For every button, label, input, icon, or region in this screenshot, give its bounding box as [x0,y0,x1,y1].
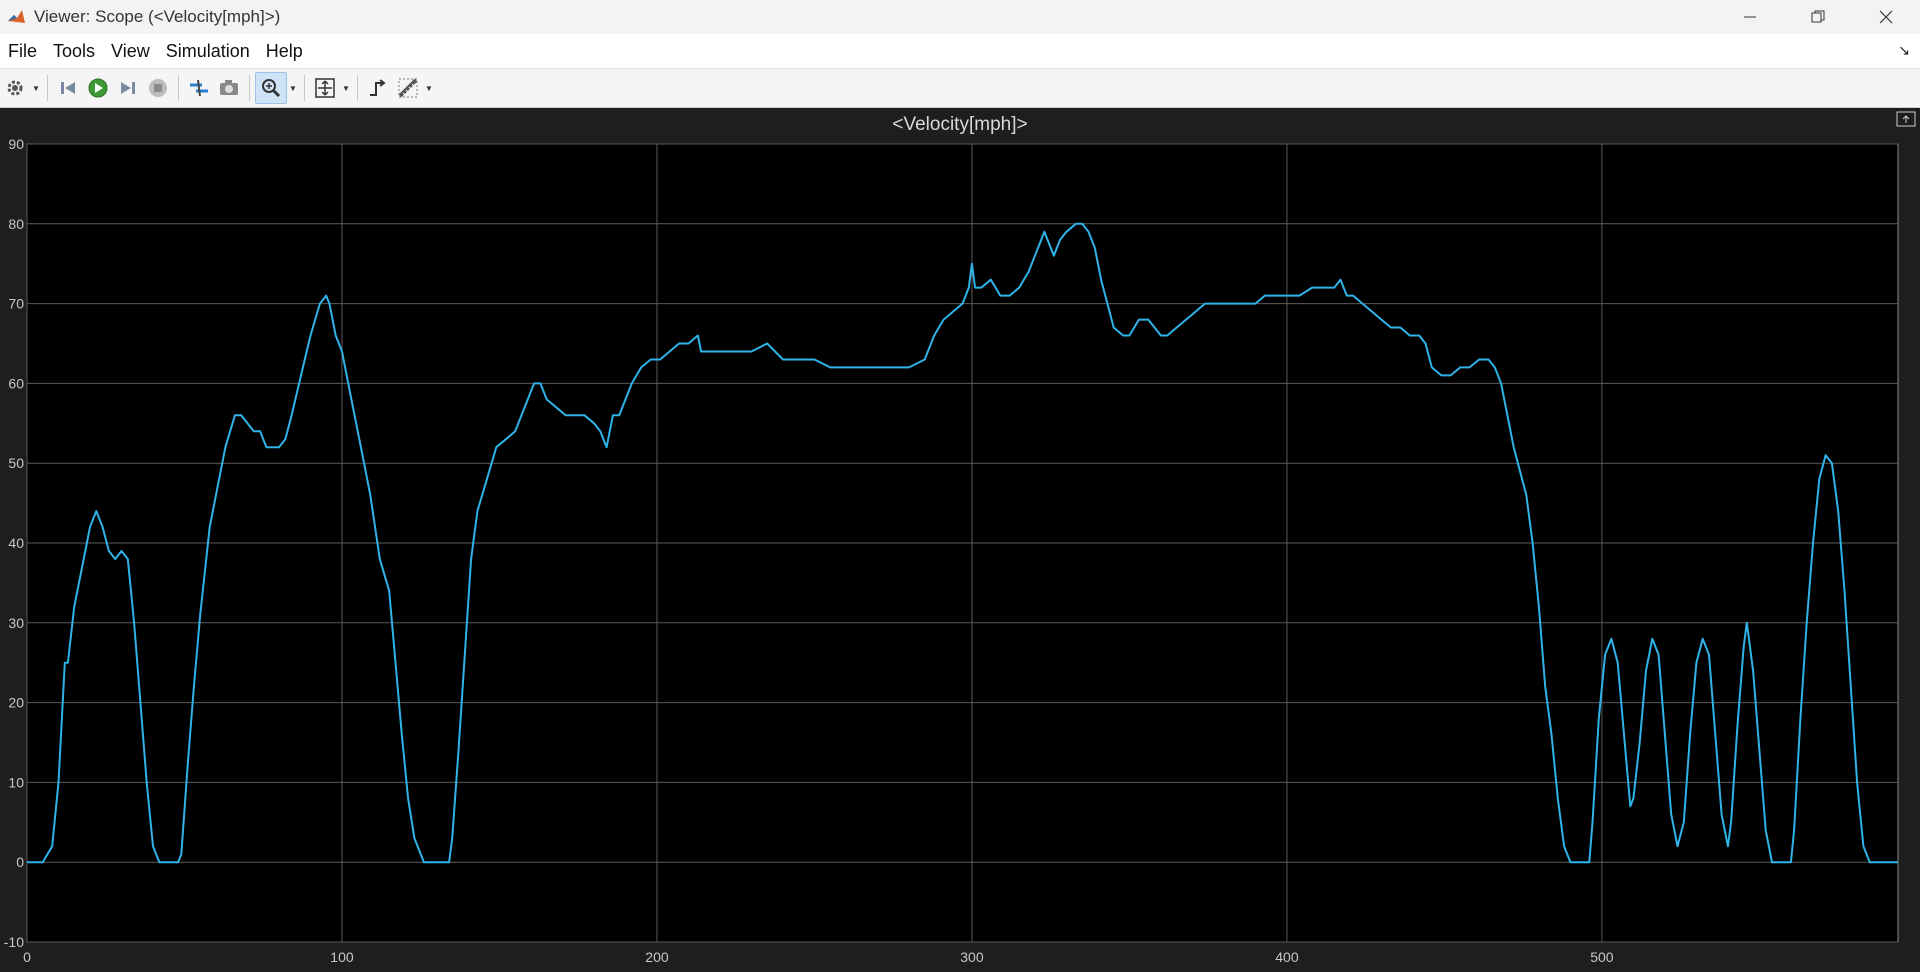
close-button[interactable] [1852,0,1920,34]
y-tick-label: 20 [8,695,24,711]
measurements-dropdown[interactable]: ▼ [423,73,435,103]
measurements-button[interactable] [393,73,423,103]
y-tick-label: -10 [4,934,24,950]
matlab-logo-icon [6,7,26,27]
window-title: Viewer: Scope (<Velocity[mph]>) [34,7,281,26]
toolbar-separator [357,75,358,101]
snapshot-icon [220,80,238,95]
menu-simulation[interactable]: Simulation [158,41,258,62]
restore-button[interactable] [1784,0,1852,34]
zoom-in-icon [262,79,281,98]
undock-axes-button[interactable] [1896,111,1916,127]
velocity-chart[interactable]: 0 100 200 300 400 500-100102030405060708090 [0,108,1920,972]
undock-menu-icon[interactable]: ↘ [1898,42,1910,59]
menu-help[interactable]: Help [258,41,311,62]
y-tick-label: 30 [8,615,24,631]
x-tick-label: 500 [1590,949,1614,965]
step-back-icon [61,82,75,94]
settings-button[interactable] [0,73,30,103]
x-tick-label: 100 [330,949,354,965]
y-tick-label: 0 [16,854,24,870]
chart-title: <Velocity[mph]> [892,114,1028,135]
minimize-button[interactable] [1716,0,1784,34]
snapshot-button[interactable] [214,73,244,103]
step-forward-button[interactable] [113,73,143,103]
triggers-icon [370,79,386,96]
autoscale-icon [315,78,335,98]
menu-bar: File Tools View Simulation Help ↘ [0,34,1920,69]
menu-view[interactable]: View [103,41,158,62]
minimize-icon [1744,16,1756,18]
zoom-dropdown[interactable]: ▼ [287,73,299,103]
stop-button[interactable] [143,73,173,103]
toolbar-separator [178,75,179,101]
run-icon [88,78,108,98]
zoom-in-button[interactable] [255,72,287,104]
restore-icon [1811,10,1825,23]
scope-panel: 0 100 200 300 400 500 -10 0 10 20 30 40 50 60 70 80 90 <… [0,108,1920,972]
triggers-button[interactable] [363,73,393,103]
close-icon [1879,10,1893,24]
menu-tools[interactable]: Tools [45,41,103,62]
stop-icon [149,79,167,97]
title-bar: Viewer: Scope (<Velocity[mph]>) [0,0,1920,34]
y-tick-label: 90 [8,136,24,152]
toolbar-separator [304,75,305,101]
settings-dropdown[interactable]: ▼ [30,73,42,103]
y-tick-label: 80 [8,216,24,232]
autoscale-button[interactable] [310,73,340,103]
y-tick-label: 10 [8,774,24,790]
x-tick-label: 400 [1275,949,1299,965]
x-tick-label: 200 [645,949,669,965]
step-back-button[interactable] [53,73,83,103]
step-forward-icon [121,82,135,94]
toolbar-separator [249,75,250,101]
toolbar: ▼ ▼ ▼ ▼ [0,69,1920,108]
menu-file[interactable]: File [0,41,45,62]
run-button[interactable] [83,73,113,103]
y-tick-label: 60 [8,375,24,391]
y-tick-label: 70 [8,296,24,312]
highlight-signal-button[interactable] [184,73,214,103]
measurements-icon [398,78,418,98]
x-tick-label: 300 [960,949,984,965]
y-tick-label: 40 [8,535,24,551]
settings-icon [7,80,23,96]
toolbar-separator [47,75,48,101]
y-tick-label: 50 [8,455,24,471]
autoscale-dropdown[interactable]: ▼ [340,73,352,103]
highlight-signal-icon [190,79,208,97]
undock-icon [1896,111,1916,127]
x-tick-label: 0 [23,949,31,965]
